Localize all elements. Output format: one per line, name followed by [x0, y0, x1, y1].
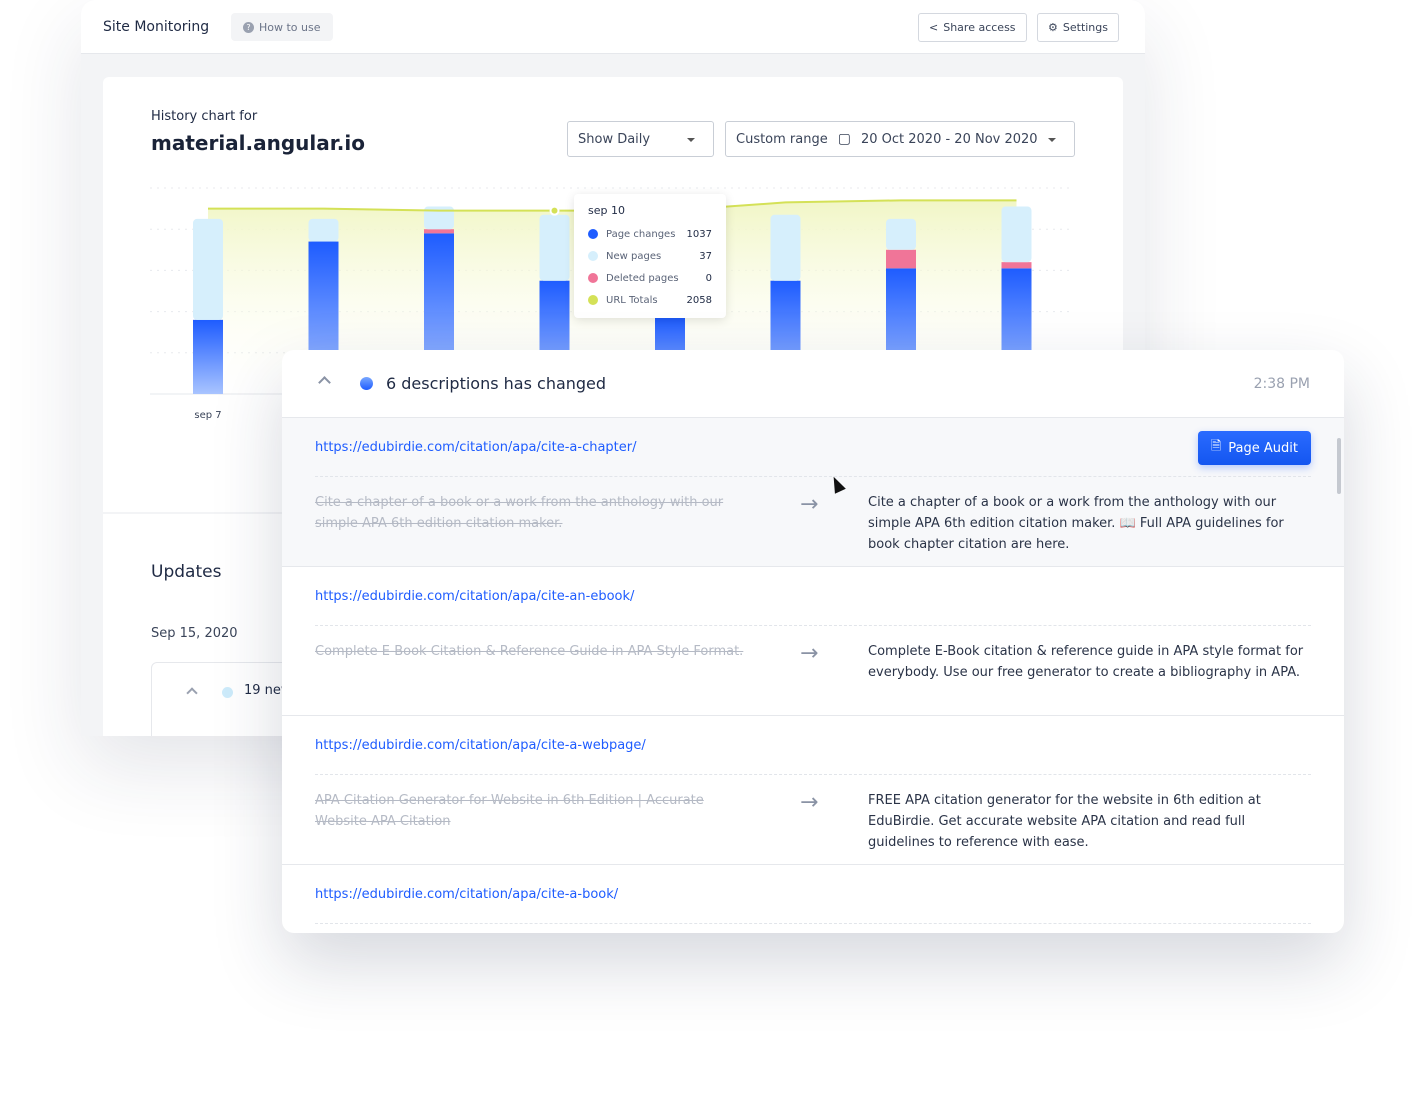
tooltip-label: URL Totals	[606, 294, 658, 306]
arrow-right-icon: →	[800, 641, 819, 666]
page-audit-label: Page Audit	[1228, 440, 1298, 456]
legend-dot	[588, 251, 598, 261]
bar-new-pages	[770, 214, 801, 281]
bar-page-changes	[193, 319, 223, 394]
changes-header[interactable]: 6 descriptions has changed 2:38 PM	[282, 350, 1344, 418]
bar-new-pages	[886, 218, 916, 250]
changes-time: 2:38 PM	[1253, 376, 1310, 392]
tooltip-value: 1037	[686, 228, 712, 240]
bar-new-pages	[193, 218, 223, 320]
tooltip-row: Deleted pages 0	[588, 267, 712, 289]
bar-deleted-pages	[886, 249, 916, 269]
chevron-up-icon[interactable]	[318, 376, 331, 389]
updates-date: Sep 15, 2020	[151, 626, 238, 641]
updates-title: Updates	[151, 562, 222, 582]
tooltip-row: Page changes 1037	[588, 223, 712, 245]
divider	[315, 476, 1311, 477]
legend-dot	[588, 295, 598, 305]
legend-dot	[588, 229, 598, 239]
scrollbar[interactable]	[1337, 438, 1341, 494]
bar-new-pages	[308, 218, 339, 242]
bar-deleted-pages	[1001, 262, 1032, 269]
document-icon: 🗎	[1210, 439, 1222, 454]
new-description: Complete E-Book citation & reference gui…	[868, 644, 1304, 680]
bar-new-pages	[1001, 206, 1032, 263]
page-url-link[interactable]: https://edubirdie.com/citation/apa/cite-…	[315, 589, 634, 604]
legend-dot	[588, 273, 598, 283]
hover-point	[549, 205, 560, 216]
old-description: APA Citation Generator for Website in 6t…	[315, 793, 704, 829]
change-row: https://edubirdie.com/citation/apa/cite-…	[282, 865, 1344, 933]
tooltip-label: Deleted pages	[606, 272, 679, 284]
tooltip-row: New pages 37	[588, 245, 712, 267]
page-url-link[interactable]: https://edubirdie.com/citation/apa/cite-…	[315, 887, 618, 902]
page-url-link[interactable]: https://edubirdie.com/citation/apa/cite-…	[315, 440, 637, 455]
divider	[315, 774, 1311, 775]
changes-title: 6 descriptions has changed	[386, 374, 607, 393]
change-row: https://edubirdie.com/citation/apa/cite-…	[282, 418, 1344, 567]
change-row: https://edubirdie.com/citation/apa/cite-…	[282, 716, 1344, 865]
tooltip-value: 37	[699, 250, 712, 262]
divider	[315, 625, 1311, 626]
bar-deleted-pages	[424, 229, 454, 234]
tooltip-label: Page changes	[606, 228, 676, 240]
x-tick-label: sep 7	[194, 410, 221, 421]
old-description: Cite a chapter of a book or a work from …	[315, 495, 724, 531]
tooltip-title: sep 10	[588, 204, 625, 217]
changes-panel: 6 descriptions has changed 2:38 PM https…	[282, 350, 1344, 933]
change-row: https://edubirdie.com/citation/apa/cite-…	[282, 567, 1344, 716]
arrow-right-icon: →	[800, 790, 819, 815]
new-description: FREE APA citation generator for the webs…	[868, 793, 1261, 850]
tooltip-label: New pages	[606, 250, 662, 262]
page-audit-button[interactable]: 🗎 Page Audit	[1197, 431, 1311, 465]
tooltip-value: 0	[705, 272, 712, 284]
divider	[315, 923, 1311, 924]
bar-new-pages	[539, 214, 570, 281]
tooltip-value: 2058	[686, 294, 712, 306]
page-changes-dot	[360, 377, 373, 390]
new-pages-dot	[222, 687, 233, 698]
chart-tooltip: sep 10 Page changes 1037 New pages 37 Delete…	[574, 194, 726, 318]
chevron-up-icon	[186, 687, 198, 699]
page-url-link[interactable]: https://edubirdie.com/citation/apa/cite-…	[315, 738, 646, 753]
arrow-right-icon: →	[800, 492, 819, 517]
new-description: Cite a chapter of a book or a work from …	[868, 495, 1284, 552]
tooltip-row: URL Totals 2058	[588, 289, 712, 311]
old-description: Complete E-Book Citation & Reference Gui…	[315, 644, 744, 659]
